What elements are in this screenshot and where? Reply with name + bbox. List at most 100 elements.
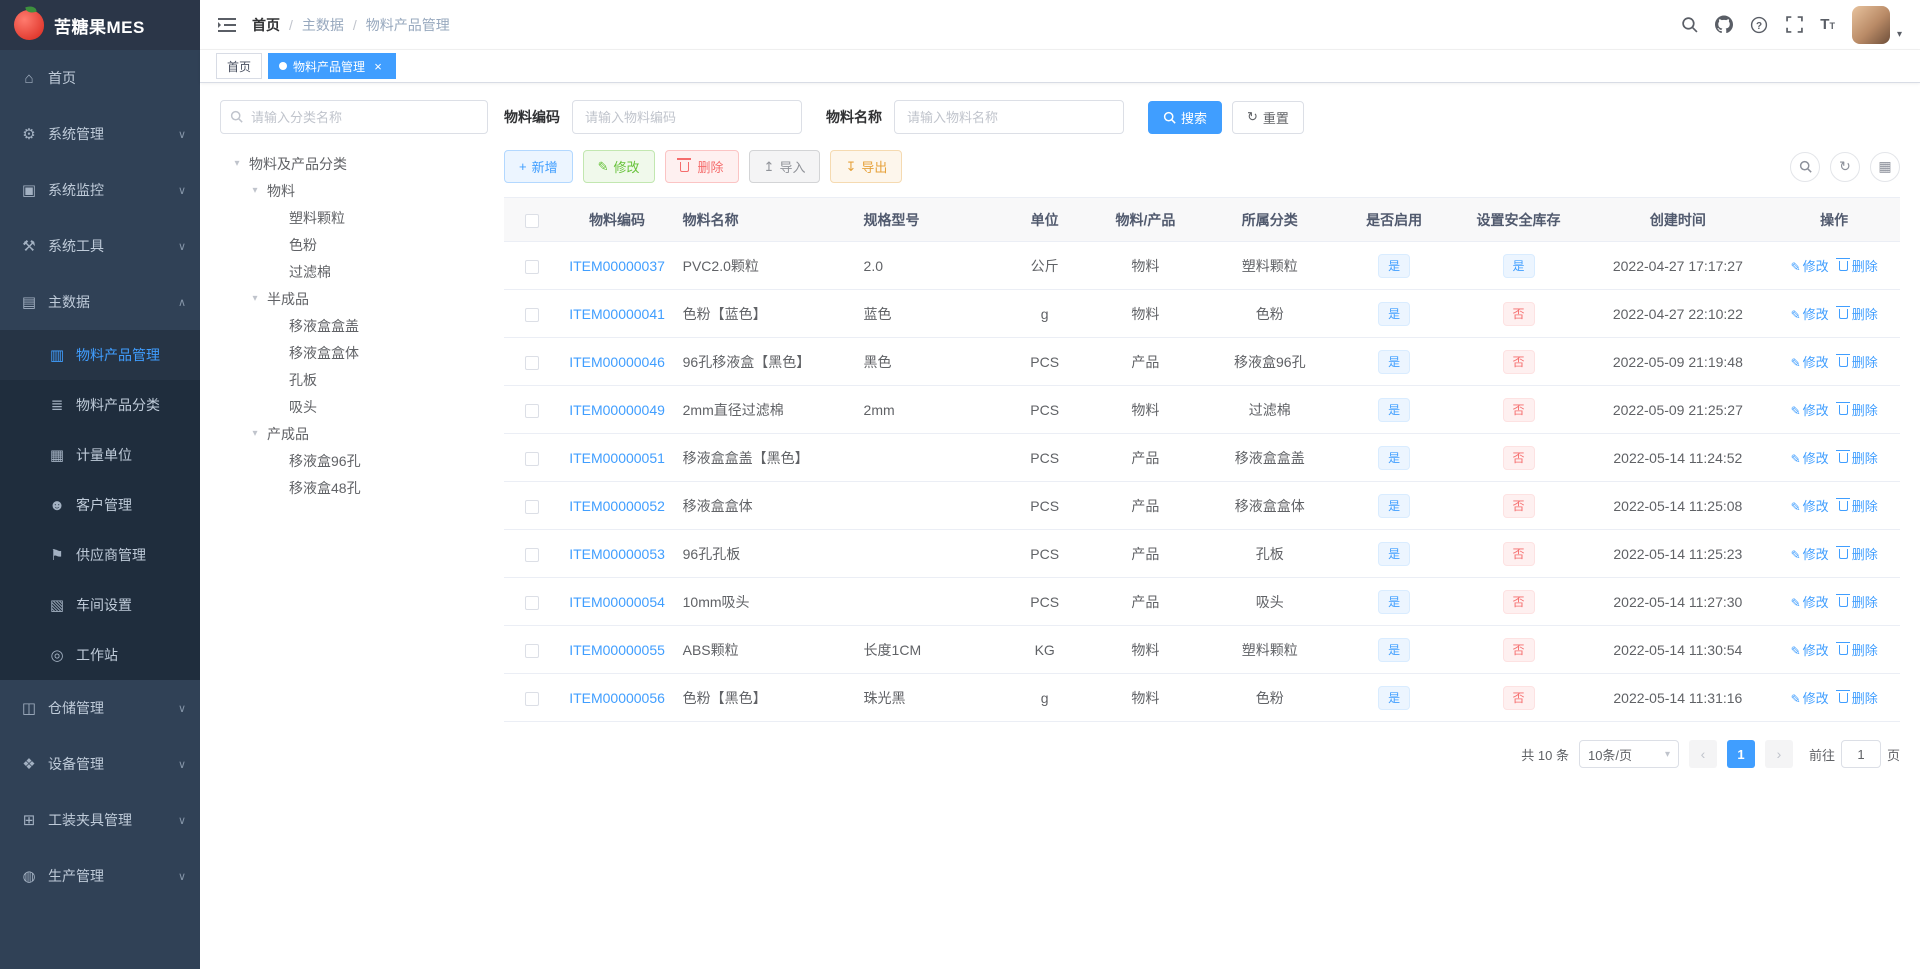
edit-row-link[interactable]: ✎ 修改 xyxy=(1791,355,1829,370)
sidebar-item-system-tools[interactable]: ⚒ 系统工具 ∨ xyxy=(0,218,200,274)
delete-row-link[interactable]: 删除 xyxy=(1836,449,1878,466)
tree-node-material[interactable]: ▾ 物料 xyxy=(220,177,488,204)
tree-node-root[interactable]: ▾ 物料及产品分类 xyxy=(220,150,488,177)
search-icon[interactable] xyxy=(1680,16,1698,34)
import-button[interactable]: ↥ 导入 xyxy=(748,150,821,183)
edit-button[interactable]: ✎ 修改 xyxy=(582,150,655,183)
row-checkbox[interactable] xyxy=(524,307,539,322)
page-number-1[interactable]: 1 xyxy=(1726,740,1755,768)
sidebar-item-material-product-category[interactable]: ≣ 物料产品分类 xyxy=(0,380,200,430)
delete-row-link[interactable]: 删除 xyxy=(1836,305,1878,322)
delete-row-link[interactable]: 删除 xyxy=(1836,353,1878,370)
edit-row-link[interactable]: ✎ 修改 xyxy=(1791,499,1829,514)
tab-home[interactable]: 首页 xyxy=(216,53,263,79)
delete-row-link[interactable]: 删除 xyxy=(1836,545,1878,562)
sidebar-item-system-management[interactable]: ⚙ 系统管理 ∨ xyxy=(0,106,200,162)
sidebar-item-material-product-management[interactable]: ▥ 物料产品管理 xyxy=(0,330,200,380)
tree-node-semi-finished[interactable]: ▾ 半成品 xyxy=(220,285,488,312)
edit-row-link[interactable]: ✎ 修改 xyxy=(1791,643,1829,658)
sidebar-item-master-data[interactable]: ▤ 主数据 ∧ xyxy=(0,274,200,330)
toggle-search-icon[interactable] xyxy=(1790,151,1820,182)
prev-page-button[interactable]: ‹ xyxy=(1688,740,1717,768)
tree-node-tip[interactable]: 吸头 xyxy=(220,393,488,420)
delete-row-link[interactable]: 删除 xyxy=(1836,593,1878,610)
material-code-link[interactable]: ITEM00000049 xyxy=(569,402,665,418)
select-all-checkbox[interactable] xyxy=(524,213,539,228)
tree-expand-icon[interactable]: ▾ xyxy=(248,428,262,439)
hamburger-icon[interactable] xyxy=(218,16,236,34)
row-checkbox[interactable] xyxy=(524,259,539,274)
tree-node-pipette-box-body[interactable]: 移液盒盒体 xyxy=(220,339,488,366)
app-logo[interactable]: 苦糖果MES xyxy=(0,0,200,50)
row-checkbox[interactable] xyxy=(524,643,539,658)
material-code-link[interactable]: ITEM00000052 xyxy=(569,498,665,514)
edit-row-link[interactable]: ✎ 修改 xyxy=(1791,451,1829,466)
avatar-caret-icon[interactable]: ▾ xyxy=(1897,29,1902,40)
columns-grid-icon[interactable]: ▦ xyxy=(1870,151,1900,182)
sidebar-item-home[interactable]: ⌂ 首页 xyxy=(0,50,200,106)
material-code-link[interactable]: ITEM00000056 xyxy=(569,690,665,706)
delete-row-link[interactable]: 删除 xyxy=(1836,257,1878,274)
tree-node-well-plate[interactable]: 孔板 xyxy=(220,366,488,393)
sidebar-item-workshop-settings[interactable]: ▧ 车间设置 xyxy=(0,580,200,630)
delete-row-link[interactable]: 删除 xyxy=(1836,689,1878,706)
edit-row-link[interactable]: ✎ 修改 xyxy=(1791,403,1829,418)
sidebar-item-production-management[interactable]: ◍ 生产管理 ∨ xyxy=(0,848,200,904)
help-icon[interactable]: ? xyxy=(1750,16,1768,34)
sidebar-item-equipment-management[interactable]: ❖ 设备管理 ∨ xyxy=(0,736,200,792)
material-code-link[interactable]: ITEM00000055 xyxy=(569,642,665,658)
edit-row-link[interactable]: ✎ 修改 xyxy=(1791,595,1829,610)
tab-material-product-management[interactable]: 物料产品管理 × xyxy=(268,53,397,79)
material-code-link[interactable]: ITEM00000054 xyxy=(569,594,665,610)
material-code-input[interactable] xyxy=(572,100,802,134)
edit-row-link[interactable]: ✎ 修改 xyxy=(1791,547,1829,562)
tree-node-pipette-box-lid[interactable]: 移液盒盒盖 xyxy=(220,312,488,339)
close-icon[interactable]: × xyxy=(371,59,385,73)
sidebar-item-customer-management[interactable]: ☻ 客户管理 xyxy=(0,480,200,530)
material-code-link[interactable]: ITEM00000046 xyxy=(569,354,665,370)
reset-button[interactable]: ↻ 重置 xyxy=(1232,100,1304,134)
delete-button[interactable]: 删除 xyxy=(664,150,739,183)
search-button[interactable]: 搜索 xyxy=(1148,100,1223,134)
add-button[interactable]: + 新增 xyxy=(504,150,573,183)
row-checkbox[interactable] xyxy=(524,403,539,418)
row-checkbox[interactable] xyxy=(524,355,539,370)
page-size-select[interactable]: 10条/页 ▾ xyxy=(1578,740,1679,768)
user-avatar[interactable] xyxy=(1851,5,1890,44)
sidebar-item-fixture-management[interactable]: ⊞ 工装夹具管理 ∨ xyxy=(0,792,200,848)
fullscreen-icon[interactable] xyxy=(1785,16,1803,34)
sidebar-item-workstation[interactable]: ◎ 工作站 xyxy=(0,630,200,680)
tree-node-pipette-box-96[interactable]: 移液盒96孔 xyxy=(220,447,488,474)
row-checkbox[interactable] xyxy=(524,691,539,706)
tree-node-plastic-pellets[interactable]: 塑料颗粒 xyxy=(220,204,488,231)
material-code-link[interactable]: ITEM00000041 xyxy=(569,306,665,322)
tree-node-color-powder[interactable]: 色粉 xyxy=(220,231,488,258)
edit-row-link[interactable]: ✎ 修改 xyxy=(1791,691,1829,706)
delete-row-link[interactable]: 删除 xyxy=(1836,497,1878,514)
tree-expand-icon[interactable]: ▾ xyxy=(248,185,262,196)
material-code-link[interactable]: ITEM00000053 xyxy=(569,546,665,562)
edit-row-link[interactable]: ✎ 修改 xyxy=(1791,259,1829,274)
export-button[interactable]: ↧ 导出 xyxy=(830,150,903,183)
tree-node-finished-goods[interactable]: ▾ 产成品 xyxy=(220,420,488,447)
delete-row-link[interactable]: 删除 xyxy=(1836,401,1878,418)
github-icon[interactable] xyxy=(1715,15,1734,34)
refresh-icon[interactable]: ↻ xyxy=(1830,151,1860,182)
row-checkbox[interactable] xyxy=(524,451,539,466)
tree-expand-icon[interactable]: ▾ xyxy=(230,158,244,169)
row-checkbox[interactable] xyxy=(524,547,539,562)
row-checkbox[interactable] xyxy=(524,499,539,514)
font-size-icon[interactable]: TT xyxy=(1820,17,1835,32)
sidebar-item-warehouse-management[interactable]: ◫ 仓储管理 ∨ xyxy=(0,680,200,736)
delete-row-link[interactable]: 删除 xyxy=(1836,641,1878,658)
tree-node-pipette-box-48[interactable]: 移液盒48孔 xyxy=(220,474,488,501)
breadcrumb-home[interactable]: 首页 xyxy=(252,15,280,35)
sidebar-item-measure-unit[interactable]: ▦ 计量单位 xyxy=(0,430,200,480)
material-code-link[interactable]: ITEM00000051 xyxy=(569,450,665,466)
tree-expand-icon[interactable]: ▾ xyxy=(248,293,262,304)
sidebar-item-system-monitor[interactable]: ▣ 系统监控 ∨ xyxy=(0,162,200,218)
next-page-button[interactable]: › xyxy=(1764,740,1793,768)
row-checkbox[interactable] xyxy=(524,595,539,610)
sidebar-item-supplier-management[interactable]: ⚑ 供应商管理 xyxy=(0,530,200,580)
tree-node-filter-cotton[interactable]: 过滤棉 xyxy=(220,258,488,285)
